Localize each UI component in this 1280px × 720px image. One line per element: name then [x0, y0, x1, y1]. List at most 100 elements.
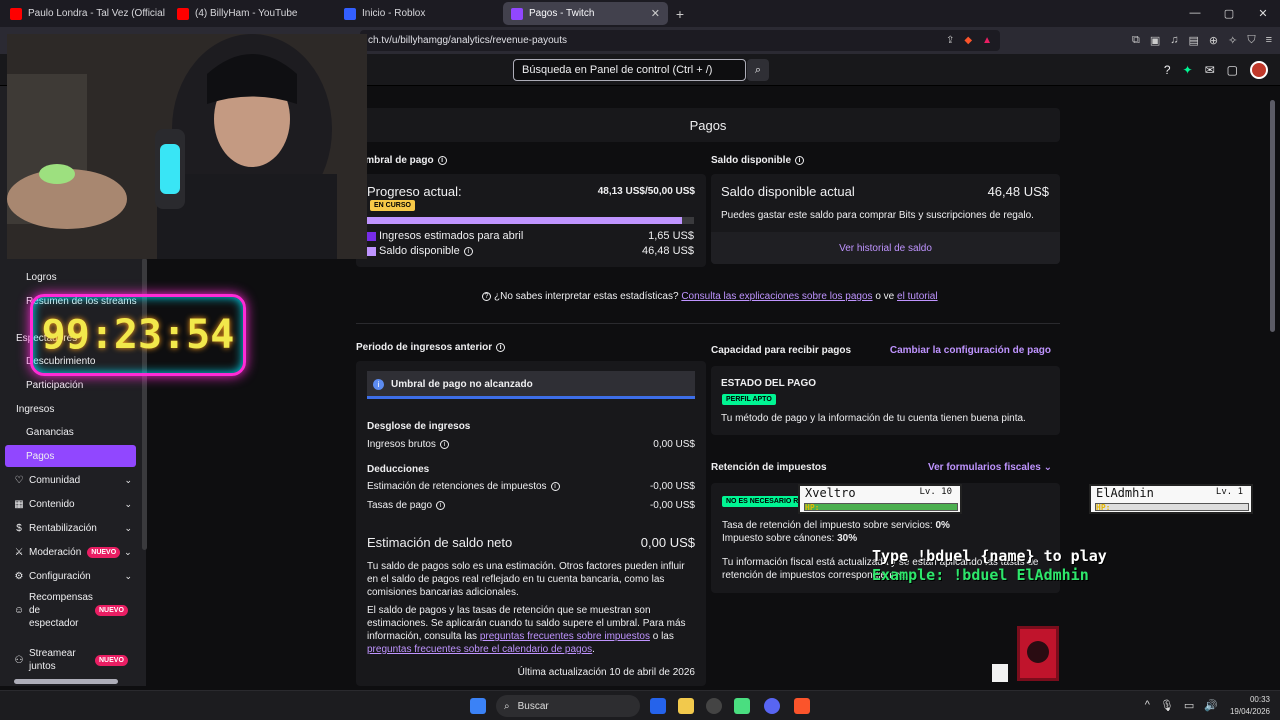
inbox-icon[interactable]: ✉: [1205, 63, 1215, 77]
info-icon[interactable]: i: [437, 155, 447, 165]
browser-tab[interactable]: Paulo Londra - Tal Vez (Official Video): [2, 2, 167, 25]
brave-shield-icon[interactable]: ◆: [964, 35, 972, 46]
search-button[interactable]: ⌕: [747, 59, 769, 81]
share-icon[interactable]: ⇪: [946, 35, 954, 46]
capacity-heading: Capacidad para recibir pagos: [711, 345, 852, 356]
volume-icon[interactable]: 🔊: [1204, 699, 1218, 712]
file-explorer-icon[interactable]: [678, 698, 694, 714]
webcam-overlay: [7, 34, 367, 259]
hp-bar: HP:: [1095, 503, 1249, 512]
page-title: Pagos: [689, 118, 727, 133]
info-icon[interactable]: i: [795, 155, 805, 165]
tax-faq-link[interactable]: preguntas frecuentes sobre impuestos: [480, 631, 650, 642]
payout-status-card: ESTADO DEL PAGO PERFIL APTO Tu método de…: [711, 366, 1060, 435]
browser-tab[interactable]: (4) BillyHam - YouTube: [169, 2, 334, 25]
sidebar-item-pagos[interactable]: Pagos: [5, 445, 136, 467]
payout-status-description: Tu método de pago y la información de tu…: [721, 413, 1026, 424]
stream-timer: 99:23:54: [30, 294, 246, 376]
discord-icon[interactable]: [764, 698, 780, 714]
sidebar-item-rentabilizaci-n[interactable]: $ Rentabilización ⌄: [0, 517, 140, 539]
sidebar-item-participaci-n[interactable]: Participación: [0, 374, 140, 396]
balance-heading-text: Saldo disponible: [711, 155, 792, 166]
new-tab-button[interactable]: +: [668, 6, 692, 22]
tab-title: Pagos - Twitch: [529, 8, 595, 19]
row-label: Ingresos estimados para abril: [379, 230, 524, 242]
display-icon[interactable]: ▭: [1184, 699, 1194, 712]
info-icon[interactable]: i: [496, 342, 506, 352]
windows-start-icon[interactable]: [470, 698, 486, 714]
browser-tab-active[interactable]: Pagos - Twitch ✕: [503, 2, 668, 25]
gross-value: 0,00 US$: [653, 439, 695, 450]
period: .: [592, 644, 595, 655]
microphone-icon[interactable]: 🎙: [1160, 699, 1174, 712]
browser-tab[interactable]: Inicio - Roblox: [336, 2, 501, 25]
page-title-card: Pagos: [356, 108, 1060, 142]
address-bar[interactable]: ch.tv/u/billyhamgg/analytics/revenue-pay…: [360, 30, 1000, 51]
sidebar-icon[interactable]: ▣: [1150, 34, 1160, 47]
info-icon[interactable]: i: [436, 500, 446, 510]
balance-history-link[interactable]: Ver historial de saldo: [711, 243, 1060, 254]
music-icon[interactable]: ♫: [1170, 34, 1178, 47]
extensions-sparkle-icon[interactable]: ✦: [1183, 63, 1193, 77]
sidebar-item-streamear-juntos[interactable]: ⚇ Streamear juntos NUEVO: [0, 640, 140, 680]
leo-icon[interactable]: ✧: [1228, 34, 1237, 47]
sidebar-item-ganancias[interactable]: Ganancias: [0, 421, 140, 443]
help-text: ¿No sabes interpretar estas estadísticas…: [494, 291, 679, 302]
change-payout-settings-link[interactable]: Cambiar la configuración de pago: [890, 345, 1051, 356]
shield-icon[interactable]: ⛉: [1247, 34, 1255, 47]
extensions-icon[interactable]: ⧉: [1132, 34, 1140, 47]
menu-icon[interactable]: ≡: [1266, 34, 1272, 47]
sidebar-item-moderaci-n[interactable]: ⚔ Moderación NUEVO ⌄: [0, 541, 140, 563]
chevron-down-icon: ⌄: [124, 546, 132, 557]
heart-icon: ♡: [14, 474, 24, 486]
info-icon[interactable]: i: [550, 481, 560, 491]
schedule-faq-link[interactable]: preguntas frecuentes sobre el calendario…: [367, 644, 592, 655]
sidebar-item-label: Pagos: [26, 450, 55, 462]
prev-period-heading-text: Periodo de ingresos anterior: [356, 342, 493, 353]
info-icon[interactable]: i: [439, 439, 449, 449]
tax-forms-link[interactable]: Ver formularios fiscales ⌄: [928, 462, 1052, 473]
avatar[interactable]: [1250, 61, 1268, 79]
maximize-button[interactable]: ▢: [1212, 7, 1246, 20]
threshold-row: Saldo disponible i 46,48 US$: [367, 245, 694, 257]
whisper-icon[interactable]: ▢: [1227, 63, 1238, 77]
tab-title: Inicio - Roblox: [362, 8, 426, 19]
net-label: Estimación de saldo neto: [367, 535, 513, 550]
sidebar-item-configuraci-n[interactable]: ⚙ Configuración ⌄: [0, 565, 140, 587]
disclaimer-text-2: El saldo de pagos y las tasas de retenci…: [367, 604, 695, 656]
url-text: ch.tv/u/billyhamgg/analytics/revenue-pay…: [368, 35, 567, 46]
taskbar-search[interactable]: ⌕ Buscar: [496, 695, 640, 717]
chevron-up-icon[interactable]: ^: [1145, 699, 1150, 712]
app-icon[interactable]: [734, 698, 750, 714]
game-card-sprite: [1017, 626, 1059, 681]
player-name: Xveltro: [805, 486, 856, 500]
help-icon[interactable]: ?: [1164, 63, 1171, 77]
game-instructions: Type !bduel {name} to play: [872, 547, 1107, 565]
sidebar-item-logros[interactable]: Logros: [0, 266, 140, 288]
sidebar-item-comunidad[interactable]: ♡ Comunidad ⌄: [0, 469, 140, 491]
horizontal-scrollbar[interactable]: [14, 679, 118, 684]
info-icon[interactable]: i: [463, 246, 473, 256]
progress-bar-fill: [367, 217, 682, 224]
page-scrollbar[interactable]: [1270, 100, 1275, 332]
widgets-icon[interactable]: [650, 698, 666, 714]
rewards-icon[interactable]: ▲: [982, 35, 992, 46]
vpn-icon[interactable]: ⊕: [1209, 34, 1218, 47]
close-window-button[interactable]: ✕: [1246, 7, 1280, 20]
app-icon[interactable]: [706, 698, 722, 714]
search-input[interactable]: Búsqueda en Panel de control (Ctrl + /): [513, 59, 746, 81]
sidebar-item-ingresos[interactable]: Ingresos: [0, 398, 140, 420]
wallet-icon[interactable]: ▤: [1188, 34, 1198, 47]
status-badge: EN CURSO: [370, 200, 415, 211]
explanations-link[interactable]: Consulta las explicaciones sobre los pag…: [681, 291, 872, 302]
minimize-button[interactable]: —: [1178, 7, 1212, 20]
sidebar-item-recompensas-de-espectador[interactable]: ☺ Recompensas de espectador NUEVO: [0, 590, 140, 630]
tutorial-link[interactable]: el tutorial: [897, 291, 938, 302]
sidebar-item-contenido[interactable]: ▦ Contenido ⌄: [0, 493, 140, 515]
close-tab-icon[interactable]: ✕: [651, 7, 660, 20]
brave-browser-icon[interactable]: [794, 698, 810, 714]
row-value: 1,65 US$: [648, 230, 694, 242]
clock[interactable]: 00:33 19/04/2026: [1230, 694, 1270, 718]
people-icon: ⚇: [14, 654, 24, 666]
row-value: 46,48 US$: [642, 245, 694, 257]
